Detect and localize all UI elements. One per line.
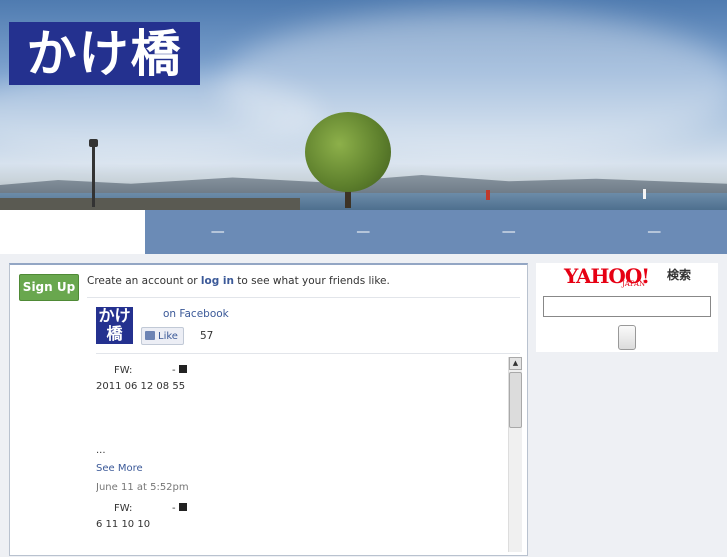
post-dash-text: - bbox=[172, 503, 176, 514]
post-prefix: FW: bbox=[114, 503, 132, 514]
post-date: 6 11 10 10 bbox=[96, 519, 150, 530]
post-timestamp[interactable]: June 11 at 5:52pm bbox=[96, 482, 189, 493]
on-facebook-link[interactable]: on Facebook bbox=[163, 308, 229, 320]
nav-item-3[interactable]: — bbox=[436, 210, 582, 254]
create-text-after: to see what your friends like. bbox=[234, 275, 390, 287]
post-date: 2011 06 12 08 55 bbox=[96, 381, 185, 392]
nav-item-4[interactable]: — bbox=[582, 210, 727, 254]
post-ellipsis: ... bbox=[96, 445, 106, 456]
post-dash: - bbox=[172, 365, 187, 376]
signup-button[interactable]: Sign Up bbox=[19, 274, 79, 301]
yahoo-japan-sub: JAPAN bbox=[622, 280, 645, 288]
header-lamp-post bbox=[92, 145, 95, 207]
header-lighthouse-red bbox=[486, 190, 490, 200]
nav-item-2[interactable]: — bbox=[291, 210, 437, 254]
login-link[interactable]: log in bbox=[201, 275, 234, 287]
header-lighthouse-white bbox=[643, 189, 646, 199]
yahoo-search-label: 検索 bbox=[667, 266, 691, 283]
divider bbox=[96, 353, 520, 354]
header-tree bbox=[305, 112, 391, 192]
thumbs-up-icon bbox=[145, 331, 155, 340]
header-cloud bbox=[220, 10, 727, 160]
create-account-text: Create an account or log in to see what … bbox=[87, 275, 390, 287]
post-stream: FW: - 2011 06 12 08 55 ... See More June… bbox=[96, 357, 506, 557]
post-dash-text: - bbox=[172, 365, 176, 376]
like-count: 57 bbox=[200, 330, 213, 342]
like-button[interactable]: Like bbox=[141, 327, 184, 345]
post-dash: - bbox=[172, 503, 187, 514]
facebook-like-box: Sign Up Create an account or log in to s… bbox=[9, 263, 528, 556]
like-label: Like bbox=[158, 331, 178, 342]
site-logo[interactable]: かけ橋 bbox=[9, 22, 200, 85]
square-icon bbox=[179, 503, 187, 511]
square-icon bbox=[179, 365, 187, 373]
yahoo-search-button[interactable] bbox=[618, 325, 636, 350]
scroll-thumb[interactable] bbox=[509, 372, 522, 428]
stream-scrollbar[interactable]: ▲ bbox=[508, 357, 522, 552]
create-text-before: Create an account or bbox=[87, 275, 201, 287]
nav-item-1[interactable]: — bbox=[145, 210, 291, 254]
divider bbox=[87, 297, 520, 298]
scroll-up-arrow-icon[interactable]: ▲ bbox=[509, 357, 522, 370]
header-dock bbox=[0, 198, 300, 210]
see-more-link[interactable]: See More bbox=[96, 463, 143, 474]
nav-home-area bbox=[0, 210, 145, 254]
page-thumbnail[interactable]: かけ橋 bbox=[96, 307, 133, 344]
post-prefix: FW: bbox=[114, 365, 132, 376]
yahoo-search-box: YAHOO! JAPAN 検索 bbox=[536, 263, 718, 352]
yahoo-search-input[interactable] bbox=[543, 296, 711, 317]
main-nav: — — — — bbox=[145, 210, 727, 254]
